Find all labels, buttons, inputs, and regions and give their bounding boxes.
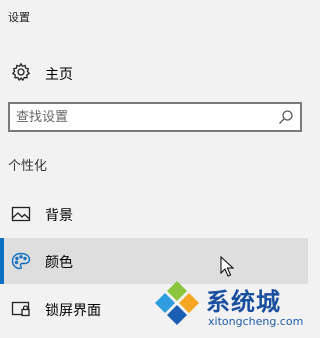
watermark-logo-icon [155,281,199,325]
palette-icon [11,252,31,270]
section-heading: 个性化 [8,159,48,174]
home-label: 主页 [45,67,73,83]
gear-icon [11,62,31,82]
selection-indicator [0,238,4,284]
window-title: 设置 [8,11,30,24]
search-icon[interactable] [278,109,294,125]
search-box[interactable] [8,102,302,132]
nav-item-background[interactable]: 背景 [0,191,308,237]
mouse-cursor-icon [220,256,235,277]
watermark-brand: 系统城 [206,288,281,316]
lock-screen-icon [11,301,30,317]
nav-item-label: 锁屏界面 [45,303,101,319]
picture-icon [11,206,31,222]
nav-item-label: 背景 [45,208,73,224]
search-input[interactable] [10,104,276,130]
nav-item-label: 颜色 [45,255,73,271]
watermark: 系统城 xitongcheng.com [150,278,308,338]
home-link[interactable]: 主页 [0,55,308,89]
watermark-url: xitongcheng.com [208,315,304,328]
